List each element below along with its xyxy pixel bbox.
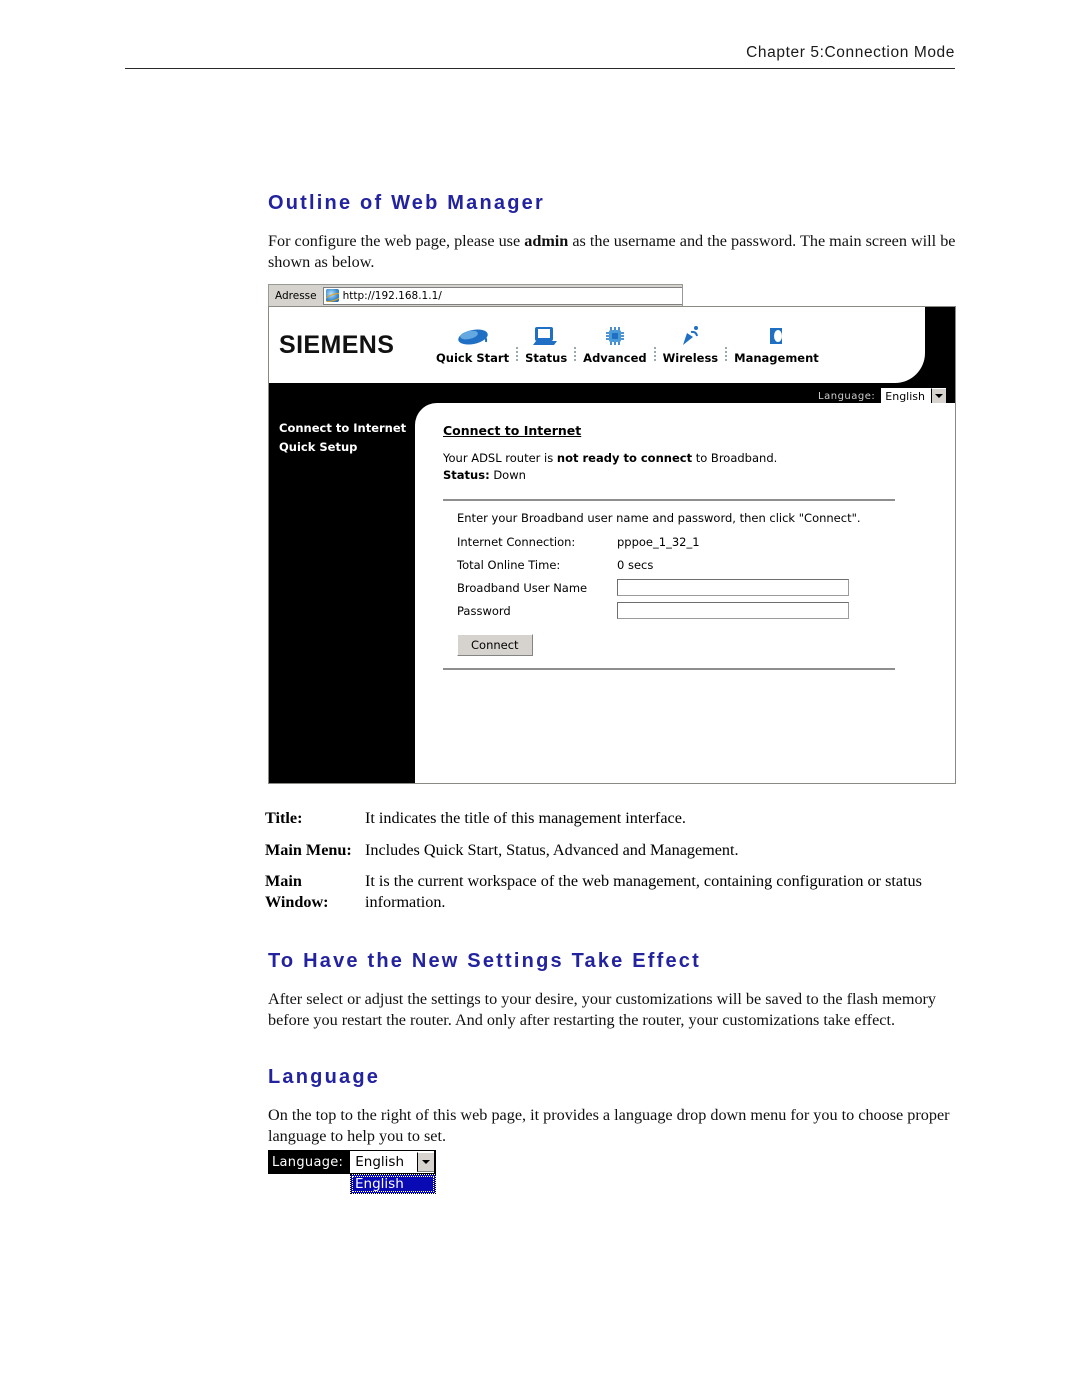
status-text-pre: Your ADSL router is <box>443 451 557 465</box>
definition-list: Title: It indicates the title of this ma… <box>265 808 965 924</box>
menu-label-quick-start: Quick Start <box>436 351 510 365</box>
language-select-value: English <box>885 389 925 403</box>
router-ui: SIEMENS Quick Start Status Advanced Wire… <box>268 306 956 784</box>
value-total-online-time: 0 secs <box>617 557 654 572</box>
form-row-broadband-user-name: Broadband User Name <box>457 578 895 597</box>
menu-item-wireless[interactable]: Wireless <box>656 325 726 365</box>
router-status-message: Your ADSL router is not ready to connect… <box>443 450 955 467</box>
antenna-icon <box>683 326 699 345</box>
router-top-banner: SIEMENS Quick Start Status Advanced Wire… <box>269 307 925 383</box>
section-take-effect: To Have the New Settings Take Effect Aft… <box>268 950 956 1031</box>
status-value: Down <box>493 467 526 482</box>
monitor-icon <box>533 327 558 345</box>
menu-label-wireless: Wireless <box>662 351 719 365</box>
router-web-manager-screenshot: Adresse http://192.168.1.1/ SIEMENS Quic… <box>268 284 956 786</box>
section-title-outline: Outline of Web Manager <box>268 192 545 214</box>
section-paragraph-take-effect: After select or adjust the settings to y… <box>268 990 937 1030</box>
section-title-language: Language <box>268 1066 381 1088</box>
status-label: Status: <box>443 467 490 482</box>
connect-button[interactable]: Connect <box>457 634 533 657</box>
address-url-text: http://192.168.1.1/ <box>342 289 442 302</box>
chip-icon <box>605 327 624 345</box>
page-running-header: Chapter 5:Connection Mode <box>125 44 955 69</box>
menu-item-status[interactable]: Status <box>518 325 574 365</box>
connect-panel-hint: Enter your Broadband user name and passw… <box>457 511 861 526</box>
router-sidebar: Connect to Internet Quick Setup <box>269 403 415 783</box>
label-password: Password <box>457 603 511 618</box>
menu-item-quick-start[interactable]: Quick Start <box>429 325 516 365</box>
value-internet-connection: pppoe_1_32_1 <box>617 534 700 549</box>
menu-label-advanced: Advanced <box>583 351 647 365</box>
dropdown-option-english[interactable]: English <box>351 1175 435 1193</box>
form-row-internet-connection: Internet Connection: pppoe_1_32_1 <box>457 532 895 551</box>
language-widget-select[interactable]: English <box>349 1150 436 1174</box>
definition-desc-main-window: It is the current workspace of the web m… <box>365 872 922 912</box>
definition-term-title: Title: <box>265 809 303 827</box>
definition-row-title: Title: It indicates the title of this ma… <box>265 808 965 829</box>
siemens-logo: SIEMENS <box>279 330 395 359</box>
status-text-bold: not ready to connect <box>556 451 693 465</box>
form-row-password: Password <box>457 601 895 620</box>
status-text-post: to Broadband. <box>692 451 778 465</box>
label-internet-connection: Internet Connection: <box>457 534 576 549</box>
menu-label-management: Management <box>734 351 819 365</box>
outline-text-bold: admin <box>524 232 569 250</box>
language-dropdown-list: English <box>350 1174 436 1194</box>
menu-item-management[interactable]: Management <box>727 325 826 365</box>
form-row-total-online-time: Total Online Time: 0 secs <box>457 555 895 574</box>
language-widget-label: Language: <box>272 1154 344 1170</box>
section-outline: Outline of Web Manager For configure the… <box>268 192 956 273</box>
definition-desc-main-menu: Includes Quick Start, Status, Advanced a… <box>365 840 739 859</box>
definition-row-main-menu: Main Menu: Includes Quick Start, Status,… <box>265 840 965 861</box>
section-paragraph-language: On the top to the right of this web page… <box>268 1106 950 1146</box>
sidebar-item-quick-setup[interactable]: Quick Setup <box>279 440 415 454</box>
outline-text-pre: For configure the web page, please use <box>268 232 525 250</box>
definition-row-main-window: Main Window: It is the current workspace… <box>265 871 965 912</box>
main-window-title: Connect to Internet <box>443 423 582 438</box>
router-status-row: Status: Down <box>443 467 955 484</box>
language-dropdown-widget: Language: English English <box>268 1150 448 1194</box>
language-widget-value: English <box>355 1154 404 1170</box>
mouse-icon <box>457 329 488 345</box>
label-total-online-time: Total Online Time: <box>457 557 561 572</box>
section-paragraph-outline: For configure the web page, please use a… <box>268 231 956 273</box>
section-language: Language On the top to the right of this… <box>268 1066 956 1147</box>
main-menu: Quick Start Status Advanced Wireless Man… <box>429 325 826 365</box>
browser-address-bar: Adresse http://192.168.1.1/ <box>268 284 683 306</box>
box-icon <box>770 328 783 344</box>
menu-label-status: Status <box>525 351 568 365</box>
address-bar-label: Adresse <box>275 289 317 302</box>
password-input[interactable] <box>617 602 849 620</box>
definition-term-main-menu: Main Menu: <box>265 840 352 859</box>
internet-explorer-icon <box>325 289 339 302</box>
address-input[interactable]: http://192.168.1.1/ <box>322 286 682 305</box>
language-widget-row: Language: English <box>268 1150 436 1174</box>
chevron-down-icon[interactable] <box>417 1152 435 1172</box>
chevron-down-icon[interactable] <box>931 388 946 404</box>
section-title-take-effect: To Have the New Settings Take Effect <box>268 950 701 972</box>
router-main-window: Connect to Internet Your ADSL router is … <box>415 403 955 783</box>
connect-panel: Enter your Broadband user name and passw… <box>443 499 895 671</box>
language-bar-label: Language: <box>818 390 876 402</box>
label-broadband-user-name: Broadband User Name <box>457 580 588 595</box>
menu-item-advanced[interactable]: Advanced <box>576 325 653 365</box>
definition-term-main-window: Main Window: <box>265 872 329 912</box>
broadband-user-name-input[interactable] <box>617 579 849 597</box>
sidebar-item-connect-to-internet[interactable]: Connect to Internet <box>279 421 415 435</box>
definition-desc-title: It indicates the title of this managemen… <box>365 809 686 827</box>
